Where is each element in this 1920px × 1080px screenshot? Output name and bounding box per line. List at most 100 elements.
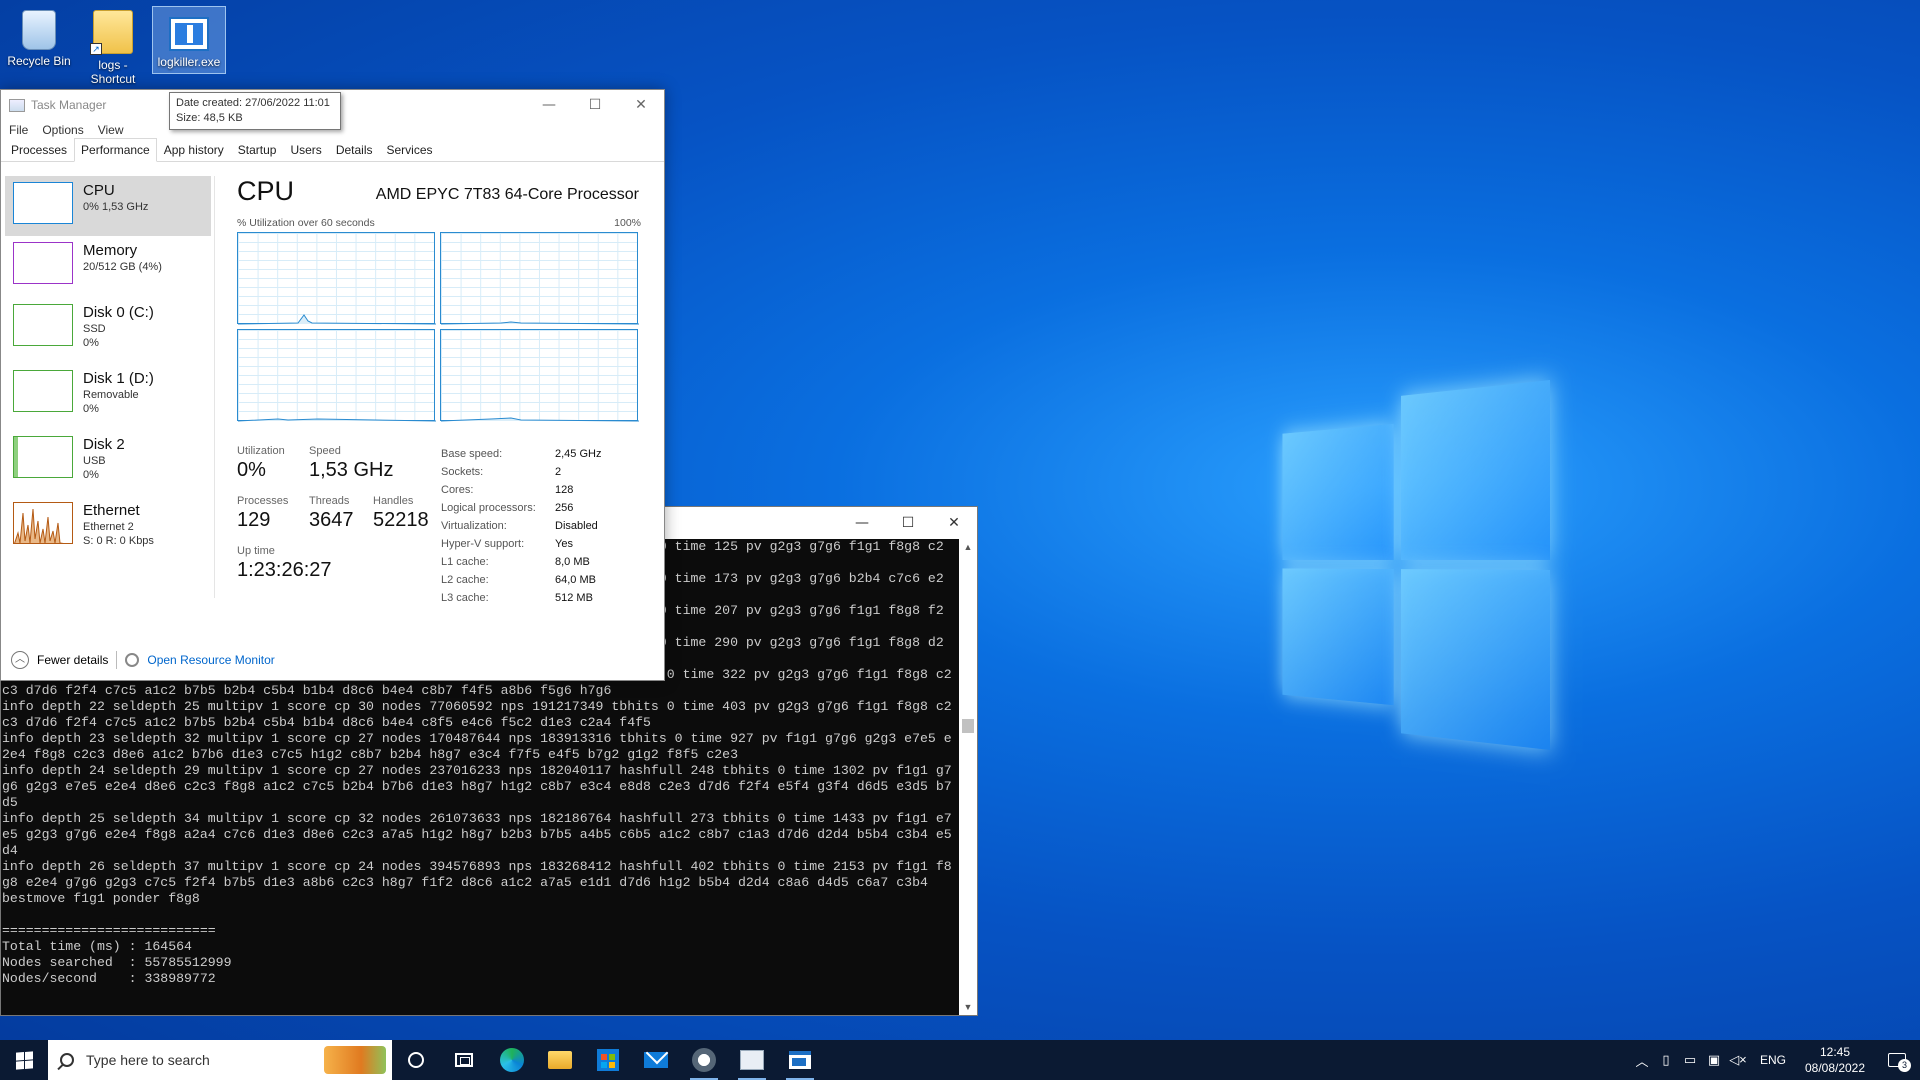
taskbar-console[interactable] [776, 1040, 824, 1080]
console-line: e5 g2g3 g7g6 e2e4 f8g8 a2a4 c7c6 d1e3 d8… [2, 827, 952, 842]
scroll-thumb[interactable] [962, 719, 974, 733]
console-line: Nodes/second : 338989772 [2, 971, 216, 986]
taskbar-mail[interactable] [632, 1040, 680, 1080]
footer-divider [116, 651, 118, 669]
taskbar-task-manager[interactable] [728, 1040, 776, 1080]
recycle-bin-icon [22, 10, 56, 50]
clock-date: 08/08/2022 [1804, 1061, 1866, 1075]
sidebar-item-disk-2[interactable]: Disk 2 USB 0% [5, 430, 211, 496]
console-line: bestmove f1g1 ponder f8g8 [2, 891, 200, 906]
menu-options[interactable]: Options [42, 123, 83, 137]
task-manager-window[interactable]: Task Manager — ☐ ✕ File Options View Pro… [0, 89, 665, 681]
taskbar-clock[interactable]: 12:45 08/08/2022 [1796, 1044, 1874, 1076]
minimize-button[interactable]: — [839, 507, 885, 539]
spec-key: L2 cache: [441, 574, 489, 586]
sidebar-item-sub: 0% [83, 469, 99, 481]
tab-performance[interactable]: Performance [74, 138, 157, 162]
sidebar-item-ethernet[interactable]: Ethernet Ethernet 2 S: 0 R: 0 Kbps [5, 496, 211, 562]
cpu-core-graph-line [238, 418, 436, 422]
utilization-label: Utilization [237, 445, 285, 457]
chevron-up-icon[interactable]: ︿ [11, 651, 29, 669]
threads-label: Threads [309, 495, 350, 507]
scroll-down-arrow-icon[interactable]: ▼ [959, 999, 977, 1015]
processor-name: AMD EPYC 7T83 64-Core Processor [375, 186, 639, 203]
action-center-button[interactable]: 3 [1874, 1040, 1920, 1080]
input-language[interactable]: ENG [1760, 1053, 1786, 1067]
tab-startup[interactable]: Startup [231, 139, 284, 161]
tab-processes[interactable]: Processes [4, 139, 74, 161]
uptime-label: Up time [237, 545, 275, 557]
close-button[interactable]: ✕ [931, 507, 977, 539]
spec-value: 64,0 MB [555, 574, 596, 586]
console-line: info depth 26 seldepth 37 multipv 1 scor… [2, 859, 952, 874]
maximize-button[interactable]: ☐ [885, 507, 931, 539]
desktop-icon-label: logkiller.exe [157, 55, 221, 69]
show-hidden-icons-button[interactable]: ︿ [1630, 1040, 1654, 1080]
memory-thumbnail [13, 242, 73, 284]
tooltip-size: Size: 48,5 KB [176, 112, 243, 124]
open-resource-monitor-link[interactable]: Open Resource Monitor [147, 653, 274, 667]
cortana-button[interactable] [392, 1040, 440, 1080]
resource-monitor-icon [125, 653, 140, 667]
cpu-core-graph [440, 232, 639, 325]
console-line: g6 g2g3 e7e5 e2e4 d8e6 c2c3 f8g8 a1c2 c7… [2, 779, 952, 794]
tab-services[interactable]: Services [380, 139, 440, 161]
taskbar-search-box[interactable]: Type here to search [48, 1040, 392, 1080]
sidebar-item-sub: 0% [83, 403, 99, 415]
tab-users[interactable]: Users [283, 139, 328, 161]
minimize-button[interactable]: — [526, 90, 572, 120]
taskbar-file-explorer[interactable] [536, 1040, 584, 1080]
task-view-button[interactable] [440, 1040, 488, 1080]
network-icon[interactable]: ▣ [1702, 1040, 1726, 1080]
spec-value: 2,45 GHz [555, 448, 602, 460]
menu-file[interactable]: File [9, 123, 28, 137]
start-button[interactable] [0, 1040, 48, 1080]
search-icon [60, 1053, 74, 1067]
tab-app-history[interactable]: App history [157, 139, 231, 161]
scroll-up-arrow-icon[interactable]: ▲ [959, 539, 977, 555]
maximize-button[interactable]: ☐ [572, 90, 618, 120]
fewer-details-button[interactable]: Fewer details [37, 653, 108, 667]
sidebar-item-disk-0[interactable]: Disk 0 (C:) SSD 0% [5, 298, 211, 364]
handles-value: 52218 [373, 509, 429, 531]
console-scrollbar[interactable]: ▲ ▼ [959, 539, 977, 1015]
sidebar-item-name: CPU [83, 182, 115, 199]
console-line: 2e4 f8g8 c2c3 d8e6 a1c2 b7b6 d1e3 c7c5 h… [2, 747, 738, 762]
desktop-icon-label: logs - Shortcut [90, 58, 136, 86]
disk-2-thumbnail [13, 436, 73, 478]
taskbar-edge[interactable] [488, 1040, 536, 1080]
folder-shortcut-icon: ↗ [90, 10, 133, 55]
sidebar-item-memory[interactable]: Memory 20/512 GB (4%) [5, 236, 211, 298]
taskbar-chess-engine[interactable] [680, 1040, 728, 1080]
meet-now-icon[interactable]: ▭ [1678, 1040, 1702, 1080]
shortcut-arrow-icon: ↗ [90, 43, 102, 55]
task-manager-icon [9, 98, 25, 112]
close-button[interactable]: ✕ [618, 90, 664, 120]
sidebar-item-sub: Ethernet 2 [83, 521, 134, 533]
spec-value: Disabled [555, 520, 598, 532]
cpu-core-graph [237, 329, 436, 422]
spec-key: L3 cache: [441, 592, 489, 604]
search-placeholder: Type here to search [86, 1052, 210, 1068]
usb-device-icon[interactable]: ▯ [1654, 1040, 1678, 1080]
sidebar-item-name: Disk 1 (D:) [83, 370, 154, 387]
spec-key: L1 cache: [441, 556, 489, 568]
desktop-icon-logs-shortcut[interactable]: ↗ logs - Shortcut [76, 6, 150, 86]
console-line: d4 [2, 843, 18, 858]
cpu-core-graph-line [441, 417, 639, 422]
volume-muted-icon[interactable]: ◁× [1726, 1040, 1750, 1080]
cortana-icon [408, 1052, 424, 1068]
menu-view[interactable]: View [98, 123, 124, 137]
console-line: info depth 24 seldepth 29 multipv 1 scor… [2, 763, 952, 778]
desktop-icon-recycle-bin[interactable]: Recycle Bin [2, 6, 76, 68]
console-line: Total time (ms) : 164564 [2, 939, 192, 954]
desktop-icon-logkiller[interactable]: logkiller.exe [152, 6, 226, 74]
sidebar-item-cpu[interactable]: CPU 0% 1,53 GHz [5, 176, 211, 236]
spec-key: Logical processors: [441, 502, 536, 514]
sidebar-item-sub: USB [83, 455, 106, 467]
sidebar-item-disk-1[interactable]: Disk 1 (D:) Removable 0% [5, 364, 211, 430]
spec-value: 2 [555, 466, 562, 478]
tab-details[interactable]: Details [329, 139, 380, 161]
clock-time: 12:45 [1819, 1045, 1851, 1059]
taskbar-store[interactable] [584, 1040, 632, 1080]
